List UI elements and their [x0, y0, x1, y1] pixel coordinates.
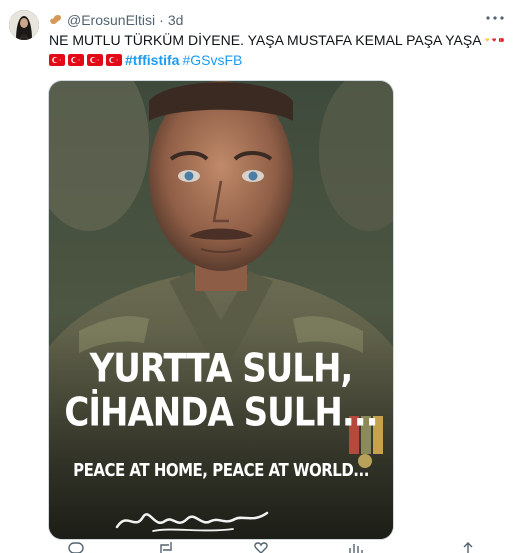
turkey-flag-icon [106, 54, 122, 66]
header-separator: · [159, 12, 164, 28]
avatar[interactable] [9, 10, 39, 40]
reply-icon[interactable] [68, 542, 84, 553]
tweet-text: NE MUTLU TÜRKÜM DİYENE. YAŞA MUSTAFA KEM… [49, 31, 504, 69]
views-icon[interactable] [348, 542, 364, 553]
red-heart-icon [492, 38, 497, 42]
tweet-text-content: NE MUTLU TÜRKÜM DİYENE. YAŞA MUSTAFA KEM… [49, 32, 482, 48]
poster-line-2: CİHANDA SULH... [64, 390, 378, 436]
more-dots-icon [486, 16, 504, 20]
signature-image [115, 511, 269, 532]
like-icon[interactable] [253, 542, 269, 553]
turkey-flag-icon [68, 54, 84, 66]
turkey-flag-icon [87, 54, 103, 66]
author-handle[interactable]: @ErosunEltisi [67, 12, 155, 28]
avatar-image [9, 10, 39, 40]
tweet-header: @ErosunEltisi · 3d [49, 10, 485, 30]
peanut-icon [50, 15, 62, 25]
share-icon[interactable] [460, 542, 476, 553]
poster-line-3: PEACE AT HOME, PEACE AT WORLD... [73, 459, 369, 481]
turkey-flag-icon [49, 54, 65, 66]
retweet-icon[interactable] [158, 542, 174, 553]
tweet-time[interactable]: 3d [168, 12, 184, 28]
tweet-media-image[interactable]: YURTTA SULH, CİHANDA SULH... PEACE AT HO… [48, 80, 394, 540]
yellow-heart-icon [484, 38, 489, 42]
tweet-actions [48, 542, 505, 553]
tweet-text-line-2: #tffistifa #GSvsFB [49, 51, 504, 69]
tweet-text-line-1: NE MUTLU TÜRKÜM DİYENE. YAŞA MUSTAFA KEM… [49, 31, 504, 49]
hashtag-tffistifa[interactable]: #tffistifa [125, 51, 179, 69]
turkey-flag-icon [499, 38, 504, 42]
more-button[interactable] [485, 10, 505, 26]
poster-line-1: YURTTA SULH, [89, 346, 354, 392]
hashtag-gsvsfb[interactable]: #GSvsFB [182, 51, 242, 69]
